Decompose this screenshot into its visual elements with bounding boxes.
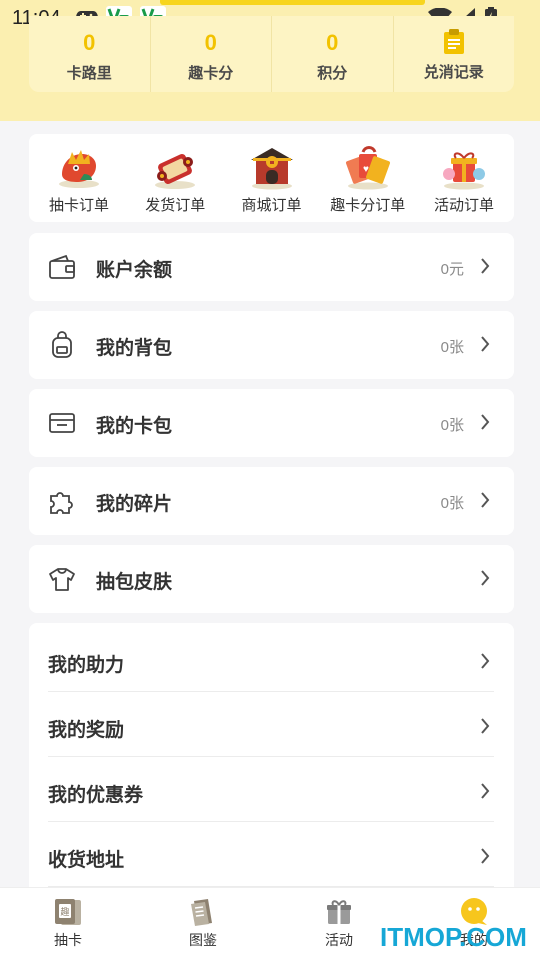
menu-pack-skins[interactable]: 抽包皮肤 xyxy=(29,545,514,613)
stat-value: 0 xyxy=(204,30,217,55)
menu-my-backpack[interactable]: 我的背包 0张 xyxy=(29,311,514,379)
tab-label: 图鉴 xyxy=(189,932,217,948)
stat-redeem-records[interactable]: 兑消记录 xyxy=(392,16,515,92)
stat-points[interactable]: 0 积分 xyxy=(271,16,393,92)
tab-label: 活动 xyxy=(325,932,353,948)
temple-orders-icon xyxy=(250,148,293,190)
puzzle-icon xyxy=(50,492,73,514)
stat-label: 兑消记录 xyxy=(423,64,484,81)
clipboard-icon xyxy=(443,29,464,54)
dragon-orders-icon xyxy=(59,150,99,188)
chevron-right-icon xyxy=(481,783,490,799)
menu-label: 我的助力 xyxy=(48,655,125,676)
gift-orders-icon xyxy=(443,152,485,190)
chevron-right-icon xyxy=(481,653,490,669)
menu-label: 我的卡包 xyxy=(96,416,173,437)
order-mall[interactable]: 商城订单 xyxy=(226,134,318,222)
chevron-right-icon xyxy=(481,718,490,734)
order-label: 趣卡分订单 xyxy=(330,197,406,214)
stat-fun-card-points[interactable]: 0 趣卡分 xyxy=(149,16,272,92)
menu-value: 0元 xyxy=(440,261,464,278)
menu-my-coupons[interactable]: 我的优惠券 xyxy=(48,757,494,822)
menu-my-card-holder[interactable]: 我的卡包 0张 xyxy=(29,389,514,457)
settings-group: 我的助力 我的奖励 我的优惠券 收货地址 xyxy=(29,623,514,887)
order-label: 活动订单 xyxy=(433,197,494,214)
menu-label: 账户余额 xyxy=(96,260,173,281)
menu-value: 0张 xyxy=(440,495,464,512)
svg-text:♥: ♥ xyxy=(363,164,369,175)
menu-shipping-address[interactable]: 收货地址 xyxy=(48,822,494,887)
chevron-right-icon xyxy=(481,492,490,508)
menu-value: 0张 xyxy=(440,417,464,434)
chevron-right-icon xyxy=(481,414,490,430)
tab-draw-card[interactable]: 趣 抽卡 xyxy=(28,888,108,960)
order-label: 抽卡订单 xyxy=(48,197,109,214)
chevron-right-icon xyxy=(481,848,490,864)
menu-value: 0张 xyxy=(440,339,464,356)
card-fan-orders-icon: ♥ xyxy=(345,146,390,190)
menu-label: 我的背包 xyxy=(96,338,173,359)
stat-label: 卡路里 xyxy=(66,65,112,82)
menu-label: 我的优惠券 xyxy=(48,785,144,806)
chevron-right-icon xyxy=(481,258,490,274)
menu-label: 我的碎片 xyxy=(96,494,173,515)
tshirt-icon xyxy=(49,568,75,591)
menu-label: 我的奖励 xyxy=(48,720,125,741)
menu-my-rewards[interactable]: 我的奖励 xyxy=(48,692,494,757)
stats-card: 0 卡路里 0 趣卡分 0 积分 兑消记录 xyxy=(29,16,514,92)
tab-activity[interactable]: 活动 xyxy=(299,888,379,960)
card-draw-icon: 趣 xyxy=(55,899,81,925)
order-shipping[interactable]: 发货订单 xyxy=(129,134,221,222)
orders-card: 抽卡订单 发货订单 商城订单 ♥ 趣卡分订单 活动订单 xyxy=(29,134,514,222)
menu-my-fragments[interactable]: 我的碎片 0张 xyxy=(29,467,514,535)
chevron-right-icon xyxy=(481,570,490,586)
chevron-right-icon xyxy=(481,336,490,352)
wallet-icon xyxy=(49,254,75,279)
stat-calories[interactable]: 0 卡路里 xyxy=(29,16,150,92)
stat-label: 积分 xyxy=(317,65,348,82)
stat-value: 0 xyxy=(326,30,339,55)
tab-label: 抽卡 xyxy=(54,932,82,948)
order-label: 商城订单 xyxy=(241,197,302,214)
menu-account-balance[interactable]: 账户余额 0元 xyxy=(29,233,514,301)
stat-label: 趣卡分 xyxy=(188,65,234,82)
svg-text:趣: 趣 xyxy=(61,906,70,917)
stat-value: 0 xyxy=(83,30,96,55)
gift-box-icon xyxy=(327,900,351,924)
order-fun-card-points[interactable]: ♥ 趣卡分订单 xyxy=(322,134,414,222)
menu-label: 抽包皮肤 xyxy=(96,572,173,593)
menu-my-assist[interactable]: 我的助力 xyxy=(48,627,494,692)
order-activity[interactable]: 活动订单 xyxy=(418,134,510,222)
catalog-icon xyxy=(191,899,212,926)
site-watermark: ITMOP.COM xyxy=(380,922,527,952)
menu-label: 收货地址 xyxy=(48,850,125,871)
backpack-icon xyxy=(52,331,72,358)
card-holder-icon xyxy=(49,413,75,433)
order-draw-card[interactable]: 抽卡订单 xyxy=(33,134,125,222)
order-label: 发货订单 xyxy=(145,197,206,214)
scroll-orders-icon xyxy=(155,154,196,189)
tab-catalog[interactable]: 图鉴 xyxy=(163,888,243,960)
